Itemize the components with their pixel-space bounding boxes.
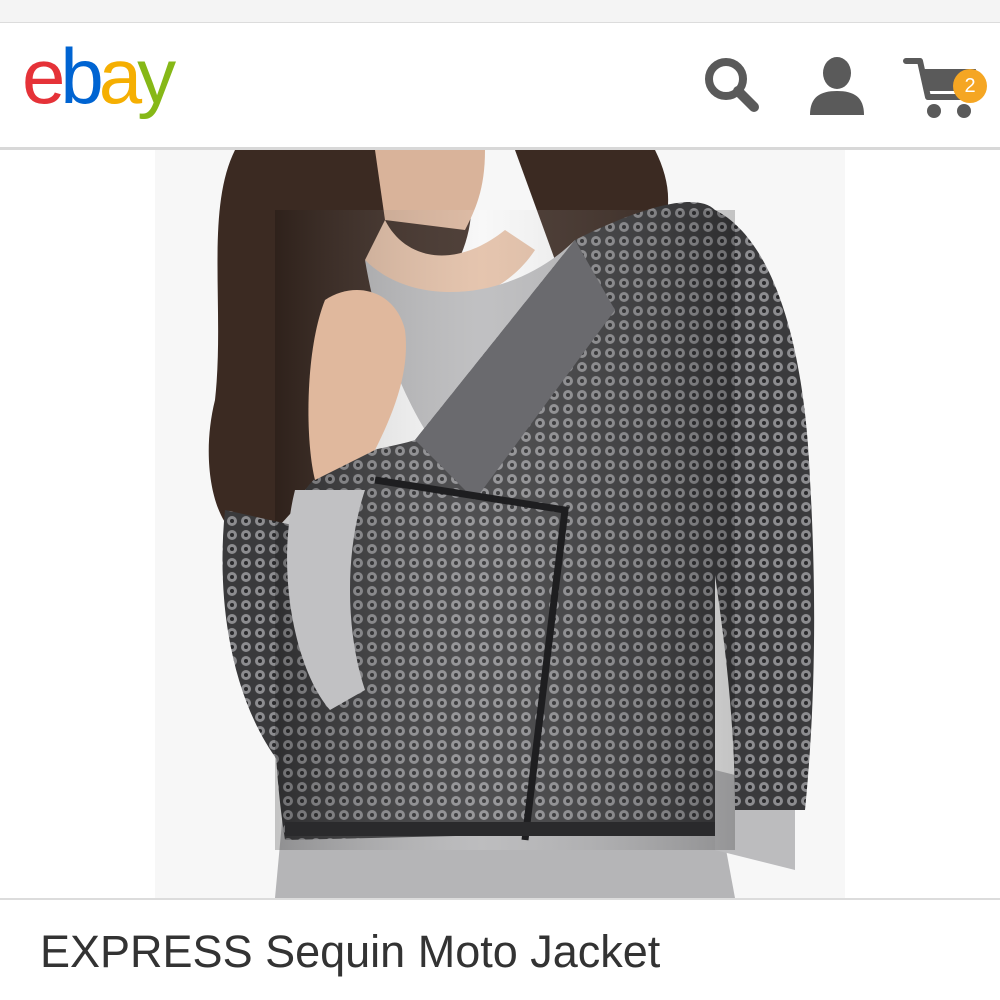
ebay-logo[interactable]: ebay xyxy=(22,32,176,120)
search-icon xyxy=(705,58,759,112)
logo-letter-y: y xyxy=(137,32,176,120)
product-image-area[interactable] xyxy=(0,150,1000,898)
product-photo[interactable] xyxy=(155,150,845,898)
logo-letter-e: e xyxy=(22,32,65,120)
cart-count-badge: 2 xyxy=(953,69,987,103)
product-title[interactable]: EXPRESS Sequin Moto Jacket xyxy=(40,926,660,978)
search-button[interactable] xyxy=(700,53,764,117)
logo-letter-a: a xyxy=(98,32,142,120)
divider xyxy=(0,898,1000,900)
account-button[interactable] xyxy=(806,53,868,117)
logo-letter-b: b xyxy=(60,32,103,120)
cart-button[interactable]: 2 xyxy=(900,45,992,125)
user-icon xyxy=(810,57,864,115)
status-strip xyxy=(0,0,1000,23)
app-header: ebay 2 xyxy=(0,23,1000,150)
